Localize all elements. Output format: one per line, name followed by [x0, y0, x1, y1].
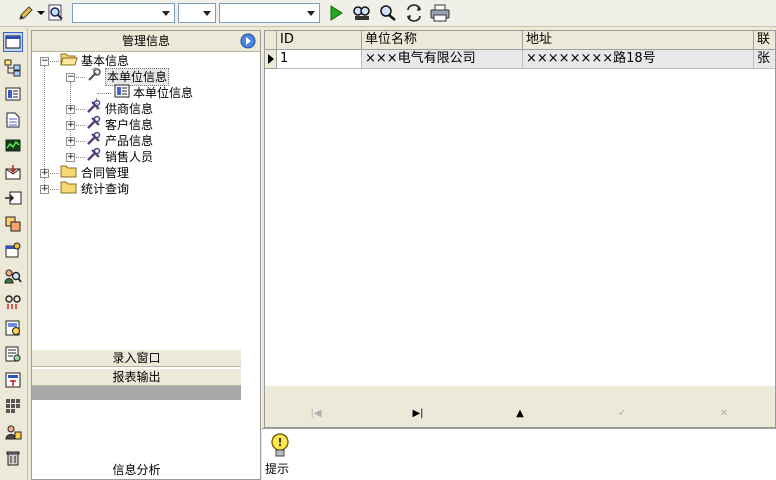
tree-structure-icon[interactable]	[3, 58, 23, 78]
export-icon[interactable]	[3, 188, 23, 208]
window-icon[interactable]	[3, 32, 23, 52]
tree-label-customer-info: 客户信息	[105, 118, 154, 132]
tree-label-supplier-info: 供商信息	[105, 102, 154, 116]
find-icon[interactable]	[352, 3, 372, 23]
filter-value-combo[interactable]	[219, 3, 320, 23]
folder-icon	[60, 180, 78, 198]
collapse-basic-info[interactable]: −	[40, 57, 49, 66]
collapse-company-info[interactable]: −	[66, 73, 75, 82]
hint-panel: ! 提示	[262, 428, 776, 480]
trash-icon[interactable]	[3, 448, 23, 468]
record-navigator: |◀ ▶| ▲ ✓ ✕	[265, 401, 775, 426]
expand-supplier-info[interactable]: +	[66, 105, 75, 114]
output-doc-icon[interactable]	[3, 370, 23, 390]
refresh-icon[interactable]	[404, 3, 424, 23]
nav-tree: − 基本信息 − 本单位信息 本单位信息 + 供商信息 + 客户信息 + 产品信…	[32, 52, 260, 362]
section-label-entry-window: 录入窗口	[112, 351, 161, 365]
svg-text:!: !	[277, 436, 282, 449]
column-header-address[interactable]: 地址	[523, 31, 754, 50]
nav-insert-button[interactable]: ▲	[469, 401, 571, 426]
management-panel: 管理信息 − 基本信息 − 本单位信息 本单位信息 + 供商信息 + 客户信息 …	[31, 30, 261, 480]
table-cell-address[interactable]: ××××××××路18号	[523, 50, 754, 69]
table-cell-company-name[interactable]: ×××电气有限公司	[362, 50, 523, 69]
row-indicator-icon[interactable]	[265, 50, 277, 69]
dropdown-arrow-icon[interactable]	[36, 3, 46, 23]
report-list-icon[interactable]	[3, 344, 23, 364]
tree-label-contract-mgmt: 合同管理	[81, 166, 130, 180]
user-search-icon[interactable]	[3, 266, 23, 286]
grid-corner	[265, 31, 277, 50]
expand-customer-info[interactable]: +	[66, 121, 75, 130]
section-report-output[interactable]: 报表输出	[32, 368, 241, 386]
form-leaf-icon	[114, 84, 130, 102]
wrench-key-icon	[86, 67, 102, 87]
chart-monitor-icon[interactable]	[3, 136, 23, 156]
report-table-icon[interactable]	[3, 318, 23, 338]
tree-label-sales-staff: 销售人员	[105, 150, 154, 164]
form-icon[interactable]	[3, 84, 23, 104]
tree-node-stats-query[interactable]: 统计查询	[60, 181, 129, 197]
section-label-report-output: 报表输出	[112, 370, 161, 384]
nav-post-button[interactable]: ✓	[571, 401, 673, 426]
go-arrow-icon[interactable]	[239, 33, 257, 49]
side-icon-bar	[0, 28, 28, 480]
analysis-icon[interactable]	[3, 422, 23, 442]
section-label-info-analysis: 信息分析	[112, 463, 161, 477]
preview-search-icon[interactable]	[46, 3, 66, 23]
tree-node-sales-staff[interactable]: 销售人员	[86, 147, 154, 167]
print-icon[interactable]	[430, 3, 450, 23]
document-icon[interactable]	[3, 110, 23, 130]
table-cell-contact[interactable]: 张	[754, 50, 775, 69]
tree-label-company-info-leaf: 本单位信息	[133, 86, 194, 100]
grid-body: ID 单位名称 地址 联 1 ×××电气有限公司 ××××××××路18号 张	[265, 31, 775, 386]
tools-icon	[86, 147, 102, 167]
panel-header: 管理信息	[32, 31, 260, 52]
data-grid: ID 单位名称 地址 联 1 ×××电气有限公司 ××××××××路18号 张 …	[264, 30, 776, 428]
tree-node-company-info-leaf[interactable]: 本单位信息	[114, 84, 194, 102]
column-header-contact[interactable]: 联	[754, 31, 775, 50]
main-toolbar	[0, 0, 776, 27]
hint-label: 提示	[265, 462, 290, 476]
folder-open-icon	[60, 52, 78, 70]
grid-blocks-icon[interactable]	[3, 396, 23, 416]
expand-stats-query[interactable]: +	[40, 185, 49, 194]
expand-sales-staff[interactable]: +	[66, 153, 75, 162]
nav-first-button[interactable]: |◀	[265, 401, 367, 426]
section-divider	[32, 386, 241, 400]
find-next-icon[interactable]	[378, 3, 398, 23]
column-header-company-name[interactable]: 单位名称	[362, 31, 523, 50]
column-header-id[interactable]: ID	[277, 31, 362, 50]
nav-last-button[interactable]: ▶|	[367, 401, 469, 426]
lightbulb-icon: !	[268, 432, 292, 463]
nav-cancel-button[interactable]: ✕	[673, 401, 775, 426]
settings-doc-icon[interactable]	[3, 240, 23, 260]
tree-node-contract-mgmt[interactable]: 合同管理	[60, 165, 129, 181]
expand-contract-mgmt[interactable]: +	[40, 169, 49, 178]
panel-title: 管理信息	[121, 34, 170, 48]
filter-field-combo[interactable]	[72, 3, 175, 23]
tree-label-product-info: 产品信息	[105, 134, 154, 148]
copy-windows-icon[interactable]	[3, 214, 23, 234]
section-info-analysis[interactable]: 信息分析	[32, 461, 241, 479]
table-cell-id[interactable]: 1	[277, 50, 362, 69]
expand-product-info[interactable]: +	[66, 137, 75, 146]
tree-node-company-info[interactable]: 本单位信息	[86, 67, 170, 87]
link-icon[interactable]	[3, 292, 23, 312]
filter-operator-combo[interactable]	[178, 3, 216, 23]
section-entry-window[interactable]: 录入窗口	[32, 349, 241, 367]
mail-inbox-icon[interactable]	[3, 162, 23, 182]
pencil-icon[interactable]	[16, 3, 36, 23]
play-icon[interactable]	[326, 3, 346, 23]
tree-label-stats-query: 统计查询	[81, 182, 130, 196]
